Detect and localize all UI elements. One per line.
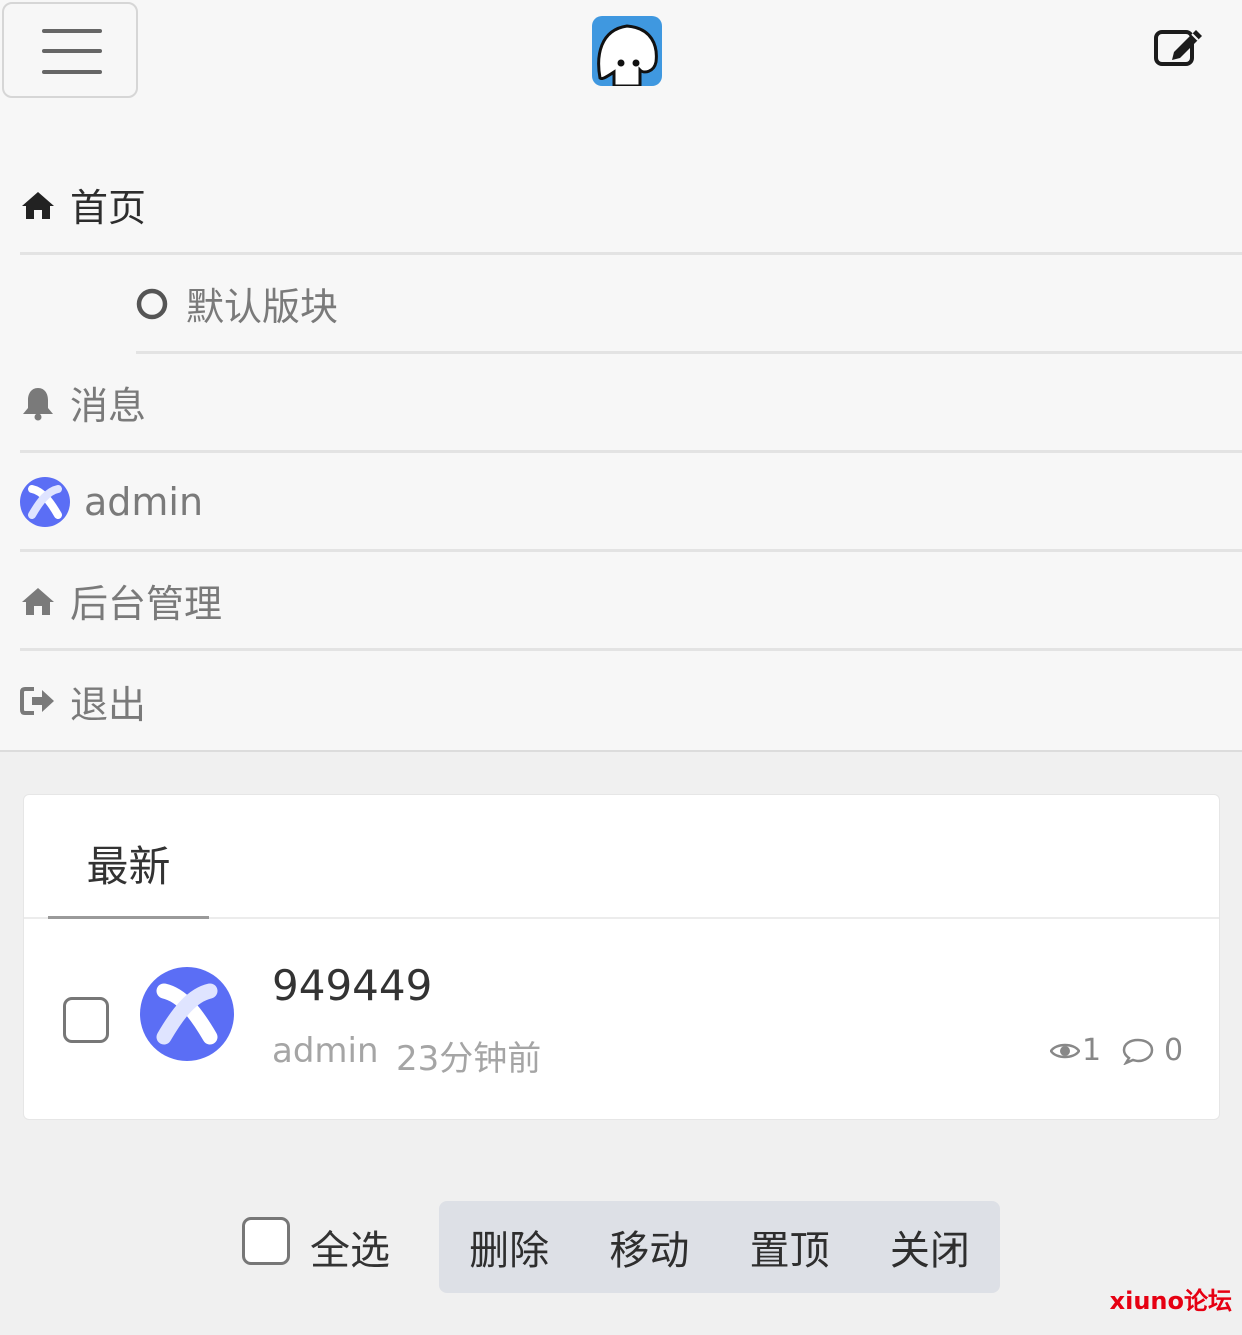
thread-row[interactable]: 949449 admin 23分钟前 1 0 [24,919,1219,1121]
thread-author[interactable]: admin [272,1031,379,1071]
eye-icon [1050,1043,1080,1058]
nav-item-logout[interactable]: 退出 [20,652,1242,750]
nav-item-messages[interactable]: 消息 [20,355,1242,453]
tab-latest[interactable]: 最新 [48,795,209,919]
replies-count: 0 [1164,1033,1184,1068]
thread-time: 23分钟前 [396,1039,542,1079]
bell-icon [23,387,53,420]
circle-icon [136,288,168,319]
hamburger-line [42,29,102,33]
watermark: xiuno论坛 [1109,1287,1232,1315]
select-all-label[interactable]: 全选 [310,1218,390,1276]
thread-checkbox[interactable] [63,997,109,1043]
hamburger-line [42,49,102,53]
tab-bar: 最新 [24,795,1219,919]
site-logo-icon[interactable] [592,16,662,86]
nav-item-label: 退出 [70,682,147,727]
thread-list-card: 最新 949449 admin 23分钟前 1 0 [23,794,1220,1120]
nav-item-label: admin [84,479,204,524]
nav-item-home[interactable]: 首页 [20,157,1242,255]
nav-item-label: 首页 [70,186,147,230]
sign-out-icon [20,687,54,715]
header: 首页 默认版块 消息 admin 后台管理 退出 [0,0,1242,752]
home-icon [22,191,54,219]
close-thread-button[interactable]: 关闭 [860,1201,1000,1293]
move-button[interactable]: 移动 [579,1201,719,1293]
thread-views: 1 [1050,1033,1101,1068]
nav-item-label: 后台管理 [70,582,223,626]
nav-item-default-forum[interactable]: 默认版块 [136,256,1242,354]
home-icon [22,587,54,615]
thread-subject[interactable]: 949449 [272,961,432,1010]
select-all-checkbox[interactable] [242,1217,290,1265]
pin-top-button[interactable]: 置顶 [720,1201,860,1293]
delete-button[interactable]: 删除 [439,1201,579,1293]
nav-item-admin[interactable]: 后台管理 [20,553,1242,651]
thread-replies: 0 [1122,1033,1183,1068]
nav-item-user[interactable]: admin [20,454,1242,552]
views-count: 1 [1082,1033,1102,1068]
nav-item-label: 默认版块 [186,285,339,329]
author-avatar[interactable] [140,967,234,1061]
moderation-button-group: 删除 移动 置顶 关闭 [439,1201,1000,1293]
hamburger-line [42,70,102,74]
nav-item-label: 消息 [70,384,147,428]
user-avatar [20,476,70,527]
bulk-actions: 全选 删除 移动 置顶 关闭 [0,1200,1242,1295]
compose-icon[interactable] [1152,24,1204,68]
comment-icon [1122,1038,1154,1065]
menu-toggle-button[interactable] [2,2,138,98]
